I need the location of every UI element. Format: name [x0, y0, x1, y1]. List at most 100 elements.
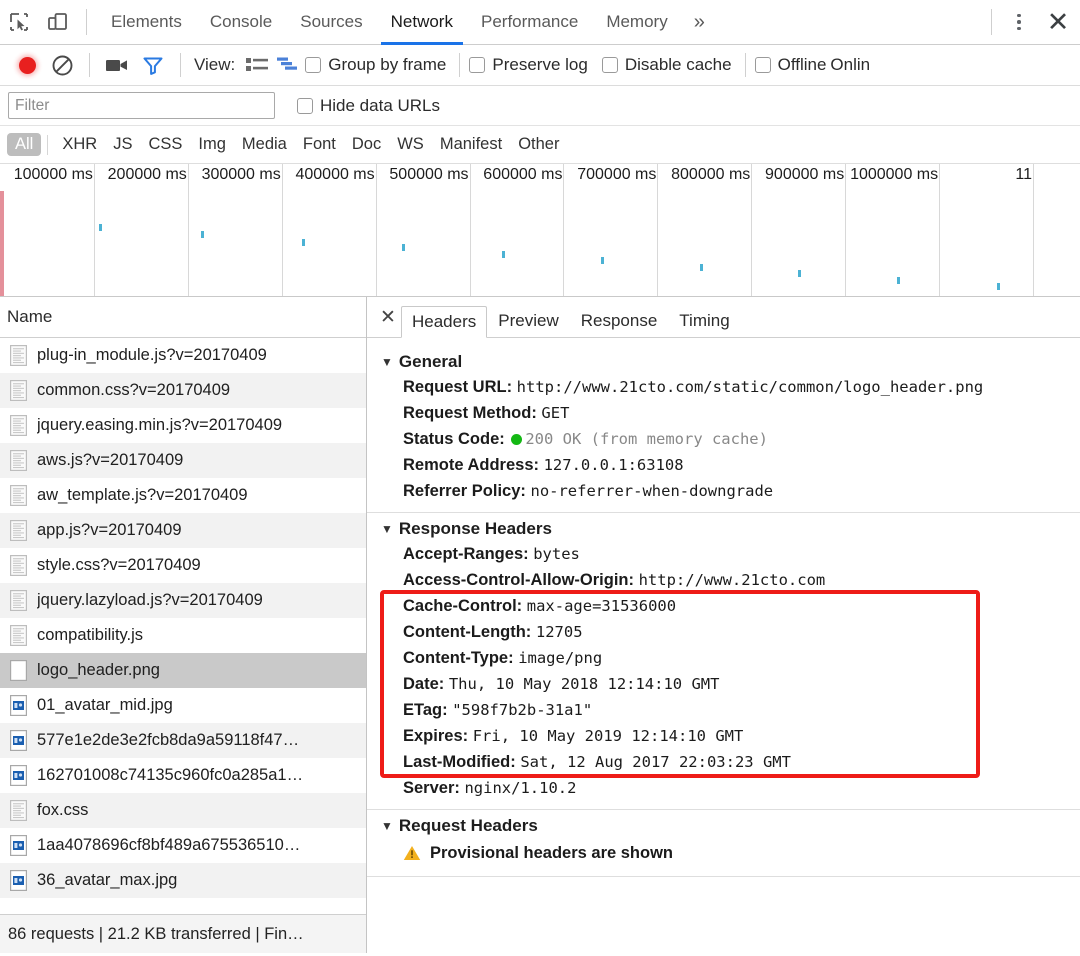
close-detail-icon[interactable]: ✕ — [375, 297, 401, 337]
headers-section: ▼ Request Headers Provisional headers are … — [367, 810, 1080, 877]
tab-preview[interactable]: Preview — [487, 305, 569, 337]
column-header-name: Name — [7, 307, 53, 326]
request-name: 01_avatar_mid.jpg — [37, 696, 173, 714]
type-filter-css[interactable]: CSS — [140, 133, 190, 156]
clear-icon[interactable] — [44, 48, 80, 82]
funnel-filter-icon[interactable] — [135, 48, 171, 82]
script-file-icon — [10, 555, 28, 576]
type-filter-media[interactable]: Media — [234, 133, 295, 156]
header-key: Cache-Control: — [403, 597, 527, 615]
triangle-down-icon[interactable]: ▼ — [381, 522, 393, 536]
timeline-gridline — [1033, 164, 1035, 296]
request-row[interactable]: compatibility.js — [0, 618, 366, 653]
timeline-gridline — [657, 164, 659, 296]
inspect-element-icon[interactable] — [0, 3, 38, 41]
tab-performance[interactable]: Performance — [467, 0, 592, 45]
request-row[interactable]: logo_header.png — [0, 653, 366, 688]
section-header[interactable]: ▼ Request Headers — [381, 816, 1080, 836]
request-row[interactable]: aw_template.js?v=20170409 — [0, 478, 366, 513]
tab-elements[interactable]: Elements — [97, 0, 196, 45]
more-tabs-chevron-icon[interactable]: » — [682, 0, 717, 45]
timeline-gridline — [563, 164, 565, 296]
request-row[interactable]: jquery.easing.min.js?v=20170409 — [0, 408, 366, 443]
header-line: Expires: Fri, 10 May 2019 12:14:10 GMT — [381, 723, 1080, 749]
checkbox-offline[interactable]: Offline — [754, 55, 826, 75]
record-icon[interactable] — [10, 48, 44, 82]
more-vertical-icon[interactable] — [1002, 3, 1036, 41]
request-row[interactable]: 577e1e2de3e2fcb8da9a59118f47… — [0, 723, 366, 758]
type-filter-xhr[interactable]: XHR — [54, 133, 105, 156]
header-line: Access-Control-Allow-Origin: http://www.… — [381, 567, 1080, 593]
throttling-select[interactable]: Onlin — [830, 55, 870, 75]
type-filter-img[interactable]: Img — [190, 133, 234, 156]
type-filter-doc[interactable]: Doc — [344, 133, 389, 156]
checkbox-preserve-log[interactable]: Preserve log — [469, 55, 588, 75]
tab-response[interactable]: Response — [570, 305, 669, 337]
request-list[interactable]: plug-in_module.js?v=20170409 common.css?v… — [0, 338, 366, 914]
type-filter-font[interactable]: Font — [295, 133, 344, 156]
request-row[interactable]: 36_avatar_max.jpg — [0, 863, 366, 898]
timeline-request-marker — [896, 276, 900, 284]
checkbox-group-by-frame[interactable]: Group by frame — [305, 55, 446, 75]
request-row[interactable]: 01_avatar_mid.jpg — [0, 688, 366, 723]
image-file-icon — [10, 765, 28, 786]
search-input[interactable] — [8, 92, 275, 119]
header-line: Referrer Policy: no-referrer-when-downgr… — [381, 478, 1080, 504]
request-row[interactable]: 1aa4078696cf8bf489a675536510… — [0, 828, 366, 863]
close-icon[interactable]: ✕ — [1036, 3, 1080, 41]
request-row[interactable]: jquery.lazyload.js?v=20170409 — [0, 583, 366, 618]
filmstrip-camera-icon[interactable] — [99, 48, 135, 82]
tab-sources[interactable]: Sources — [286, 0, 376, 45]
tab-headers[interactable]: Headers — [401, 306, 488, 338]
header-value: Fri, 10 May 2019 12:14:10 GMT — [472, 727, 744, 745]
header-key: Request URL: — [403, 378, 517, 396]
toolbar-divider-3 — [459, 53, 461, 77]
header-key: Remote Address: — [403, 456, 544, 474]
checkbox-disable-cache[interactable]: Disable cache — [601, 55, 732, 75]
triangle-down-icon[interactable]: ▼ — [381, 355, 393, 369]
type-filter-ws[interactable]: WS — [389, 133, 432, 156]
device-toolbar-icon[interactable] — [38, 3, 76, 41]
waterfall-view-icon[interactable] — [273, 50, 305, 80]
type-filter-other[interactable]: Other — [510, 133, 567, 156]
tab-memory[interactable]: Memory — [592, 0, 681, 45]
section-header[interactable]: ▼ General — [381, 352, 1080, 372]
request-name: 577e1e2de3e2fcb8da9a59118f47… — [37, 731, 300, 749]
type-filter-all[interactable]: All — [7, 133, 42, 156]
timeline-tick-label: 900000 ms — [765, 166, 845, 183]
tab-timing[interactable]: Timing — [668, 305, 740, 337]
request-row[interactable]: 162701008c74135c960fc0a285a1… — [0, 758, 366, 793]
headers-body[interactable]: ▼ General Request URL: http://www.21cto.co… — [367, 338, 1080, 953]
timeline-request-marker — [401, 244, 405, 252]
network-toolbar: View: Group by frame Preserve log Disabl… — [0, 45, 1080, 86]
timeline-tick-label: 200000 ms — [107, 166, 187, 183]
header-value: "598f7b2b-31a1" — [452, 701, 593, 719]
request-row[interactable]: plug-in_module.js?v=20170409 — [0, 338, 366, 373]
type-filter-manifest[interactable]: Manifest — [432, 133, 510, 156]
request-name: common.css?v=20170409 — [37, 381, 231, 399]
network-timeline-overview[interactable]: 100000 ms 200000 ms 300000 ms 400000 ms 5000… — [0, 164, 1080, 297]
tab-console[interactable]: Console — [196, 0, 286, 45]
request-row[interactable]: app.js?v=20170409 — [0, 513, 366, 548]
request-row[interactable]: common.css?v=20170409 — [0, 373, 366, 408]
request-name: aw_template.js?v=20170409 — [37, 486, 248, 504]
checkbox-box — [305, 57, 322, 73]
detail-tabs: ✕ Headers Preview Response Timing — [367, 297, 1080, 338]
panel-tabs: Elements Console Sources Network Perform… — [97, 0, 717, 45]
tab-label: Performance — [480, 12, 579, 31]
checkbox-hide-data-urls[interactable]: Hide data URLs — [297, 96, 440, 116]
request-row[interactable]: style.css?v=20170409 — [0, 548, 366, 583]
blank-file-icon — [10, 660, 28, 681]
devtools-tabbar: Elements Console Sources Network Perform… — [0, 0, 1080, 45]
request-row[interactable]: fox.css — [0, 793, 366, 828]
request-row[interactable]: aws.js?v=20170409 — [0, 443, 366, 478]
timeline-gridline — [939, 164, 941, 296]
section-header[interactable]: ▼ Response Headers — [381, 519, 1080, 539]
header-line: Remote Address: 127.0.0.1:63108 — [381, 452, 1080, 478]
tab-network[interactable]: Network — [377, 0, 467, 45]
triangle-down-icon[interactable]: ▼ — [381, 819, 393, 833]
type-filter-js[interactable]: JS — [105, 133, 140, 156]
script-file-icon — [10, 800, 28, 821]
request-list-header[interactable]: Name — [0, 297, 366, 338]
list-view-icon[interactable] — [241, 50, 273, 80]
